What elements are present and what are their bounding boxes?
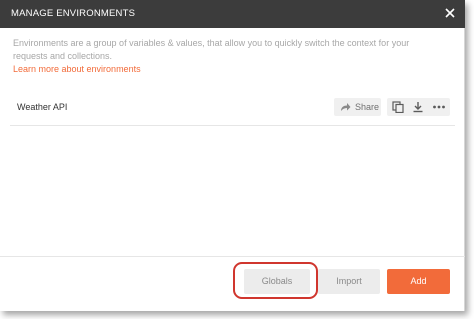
more-button[interactable] <box>428 98 448 116</box>
environment-name[interactable]: Weather API <box>17 102 67 112</box>
download-icon <box>413 102 423 113</box>
dialog-header: MANAGE ENVIRONMENTS <box>0 0 465 28</box>
share-button[interactable]: Share <box>334 98 381 116</box>
add-button[interactable]: Add <box>387 269 450 294</box>
environment-actions <box>387 98 450 116</box>
import-button[interactable]: Import <box>318 269 380 294</box>
manage-environments-dialog: MANAGE ENVIRONMENTS Environments are a g… <box>0 0 465 311</box>
footer-divider <box>0 256 465 257</box>
close-icon[interactable] <box>443 6 457 20</box>
download-button[interactable] <box>408 98 428 116</box>
duplicate-button[interactable] <box>388 98 408 116</box>
dialog-description: Environments are a group of variables & … <box>13 38 410 61</box>
globals-highlight-annotation <box>233 262 318 299</box>
dialog-title: MANAGE ENVIRONMENTS <box>11 8 136 19</box>
share-arrow-icon <box>341 103 351 111</box>
duplicate-icon <box>392 101 404 113</box>
environment-row[interactable]: Weather API Share <box>10 91 455 126</box>
learn-more-link[interactable]: Learn more about environments <box>13 64 141 74</box>
share-label: Share <box>355 102 380 112</box>
more-icon <box>433 105 445 109</box>
